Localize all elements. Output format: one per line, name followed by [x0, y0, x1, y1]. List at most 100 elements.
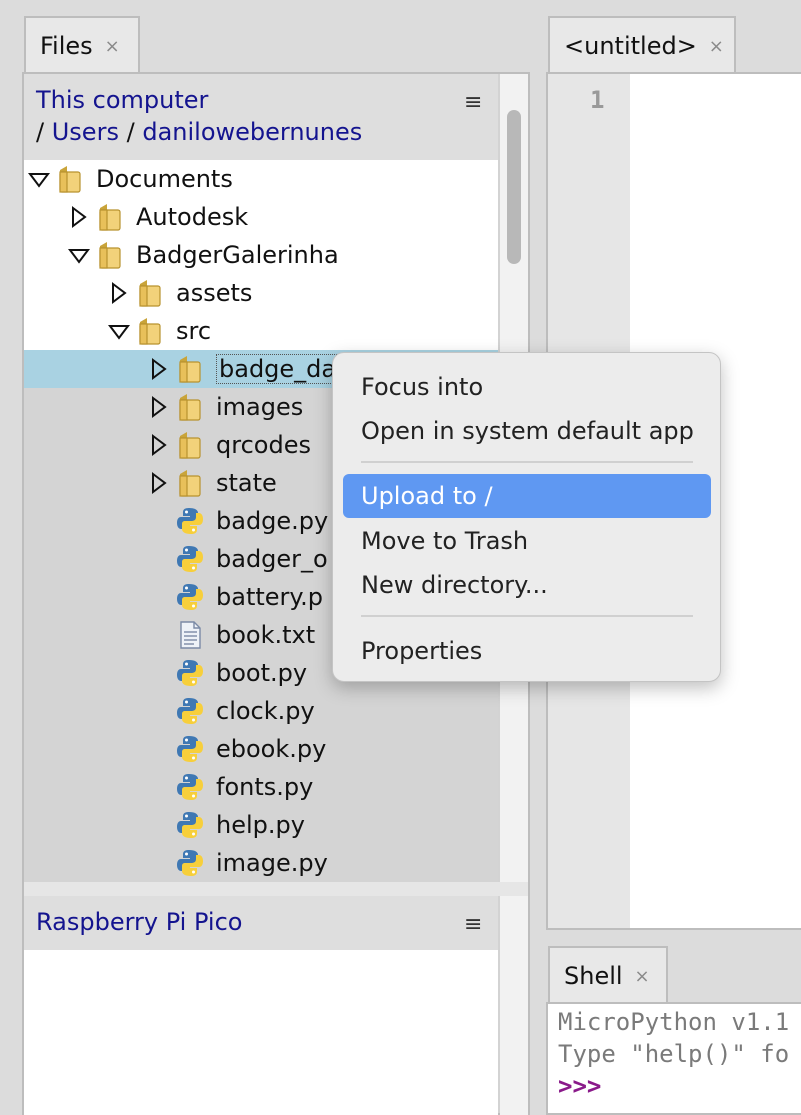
tree-item-label: boot.py	[216, 659, 308, 687]
folder-icon	[176, 392, 204, 422]
python-file-icon	[176, 772, 204, 802]
tree-item-label: clock.py	[216, 697, 315, 725]
files-menu-icon[interactable]: ≡	[464, 90, 482, 115]
device-file-list	[24, 950, 498, 1115]
python-file-icon	[176, 810, 204, 840]
tree-file-row[interactable]: fonts.py	[24, 768, 498, 806]
close-icon[interactable]: ×	[105, 36, 120, 57]
python-file-icon	[176, 506, 204, 536]
tree-item-label: ebook.py	[216, 735, 327, 763]
folder-icon	[136, 278, 164, 308]
breadcrumb: / Users / danilowebernunes	[36, 118, 362, 146]
tree-item-label: image.py	[216, 849, 328, 877]
menu-item-upload[interactable]: Upload to /	[343, 474, 711, 518]
collapse-arrow-icon[interactable]	[148, 396, 170, 418]
close-icon[interactable]: ×	[635, 966, 650, 987]
tree-file-row[interactable]: image.py	[24, 844, 498, 882]
tab-shell-label: Shell	[564, 962, 623, 990]
menu-item-move-to-trash[interactable]: Move to Trash	[343, 519, 711, 563]
expand-arrow-icon[interactable]	[108, 320, 130, 342]
folder-icon	[176, 354, 204, 384]
tree-item-label: badge.py	[216, 507, 329, 535]
device-title-link[interactable]: Raspberry Pi Pico	[36, 908, 242, 936]
folder-icon	[176, 430, 204, 460]
collapse-arrow-icon[interactable]	[108, 282, 130, 304]
collapse-arrow-icon[interactable]	[148, 434, 170, 456]
tree-folder-row[interactable]: Documents	[24, 160, 498, 198]
python-file-icon	[176, 544, 204, 574]
tree-item-label: state	[216, 469, 277, 497]
tree-folder-row[interactable]: BadgerGalerinha	[24, 236, 498, 274]
tree-item-label: battery.p	[216, 583, 324, 611]
collapse-arrow-icon[interactable]	[148, 358, 170, 380]
files-scrollbar-thumb[interactable]	[507, 110, 521, 264]
tree-item-label: book.txt	[216, 621, 316, 649]
tree-item-label: Autodesk	[136, 203, 249, 231]
tree-folder-row[interactable]: src	[24, 312, 498, 350]
python-file-icon	[176, 848, 204, 878]
folder-icon	[96, 240, 124, 270]
path-separator: /	[36, 118, 45, 146]
menu-separator	[361, 615, 693, 617]
tree-folder-row[interactable]: assets	[24, 274, 498, 312]
tree-item-label: help.py	[216, 811, 305, 839]
collapse-arrow-icon[interactable]	[148, 472, 170, 494]
python-file-icon	[176, 696, 204, 726]
python-file-icon	[176, 658, 204, 688]
tree-file-row[interactable]: clock.py	[24, 692, 498, 730]
this-computer-link[interactable]: This computer	[36, 86, 208, 114]
expand-arrow-icon[interactable]	[68, 244, 90, 266]
tree-file-row[interactable]: help.py	[24, 806, 498, 844]
device-scrollbar[interactable]	[500, 896, 528, 1115]
text-file-icon	[176, 620, 204, 650]
pane-splitter[interactable]	[24, 882, 528, 896]
menu-item-new-directory[interactable]: New directory...	[343, 563, 711, 607]
tree-item-label: src	[176, 317, 212, 345]
breadcrumb-users[interactable]: Users	[52, 118, 119, 146]
folder-icon	[136, 316, 164, 346]
tab-untitled[interactable]: <untitled> ×	[548, 16, 736, 74]
device-menu-icon[interactable]: ≡	[464, 912, 482, 937]
tree-item-label: badge_da	[216, 354, 340, 384]
context-menu: Focus into Open in system default app Up…	[332, 352, 721, 682]
tab-untitled-label: <untitled>	[564, 32, 697, 60]
python-file-icon	[176, 734, 204, 764]
line-number: 1	[590, 86, 605, 114]
tree-folder-row[interactable]: Autodesk	[24, 198, 498, 236]
collapse-arrow-icon[interactable]	[68, 206, 90, 228]
tree-item-label: fonts.py	[216, 773, 314, 801]
shell-output-line: Type "help()" fo	[558, 1040, 790, 1068]
tree-item-label: BadgerGalerinha	[136, 241, 339, 269]
folder-icon	[176, 468, 204, 498]
breadcrumb-user-folder[interactable]: danilowebernunes	[142, 118, 362, 146]
expand-arrow-icon[interactable]	[28, 168, 50, 190]
menu-item-open-default-app[interactable]: Open in system default app	[343, 409, 711, 453]
tree-item-label: images	[216, 393, 304, 421]
folder-icon	[96, 202, 124, 232]
tree-item-label: qrcodes	[216, 431, 311, 459]
shell-prompt[interactable]: >>>	[558, 1072, 601, 1100]
folder-icon	[56, 164, 84, 194]
tab-files-label: Files	[40, 32, 93, 60]
python-file-icon	[176, 582, 204, 612]
menu-item-properties[interactable]: Properties	[343, 629, 711, 673]
close-icon[interactable]: ×	[709, 36, 724, 57]
path-separator: /	[126, 118, 135, 146]
tree-item-label: Documents	[96, 165, 233, 193]
tab-files[interactable]: Files ×	[24, 16, 140, 74]
tree-item-label: assets	[176, 279, 253, 307]
menu-item-focus-into[interactable]: Focus into	[343, 365, 711, 409]
tree-file-row[interactable]: ebook.py	[24, 730, 498, 768]
tab-shell[interactable]: Shell ×	[548, 946, 668, 1004]
menu-separator	[361, 461, 693, 463]
